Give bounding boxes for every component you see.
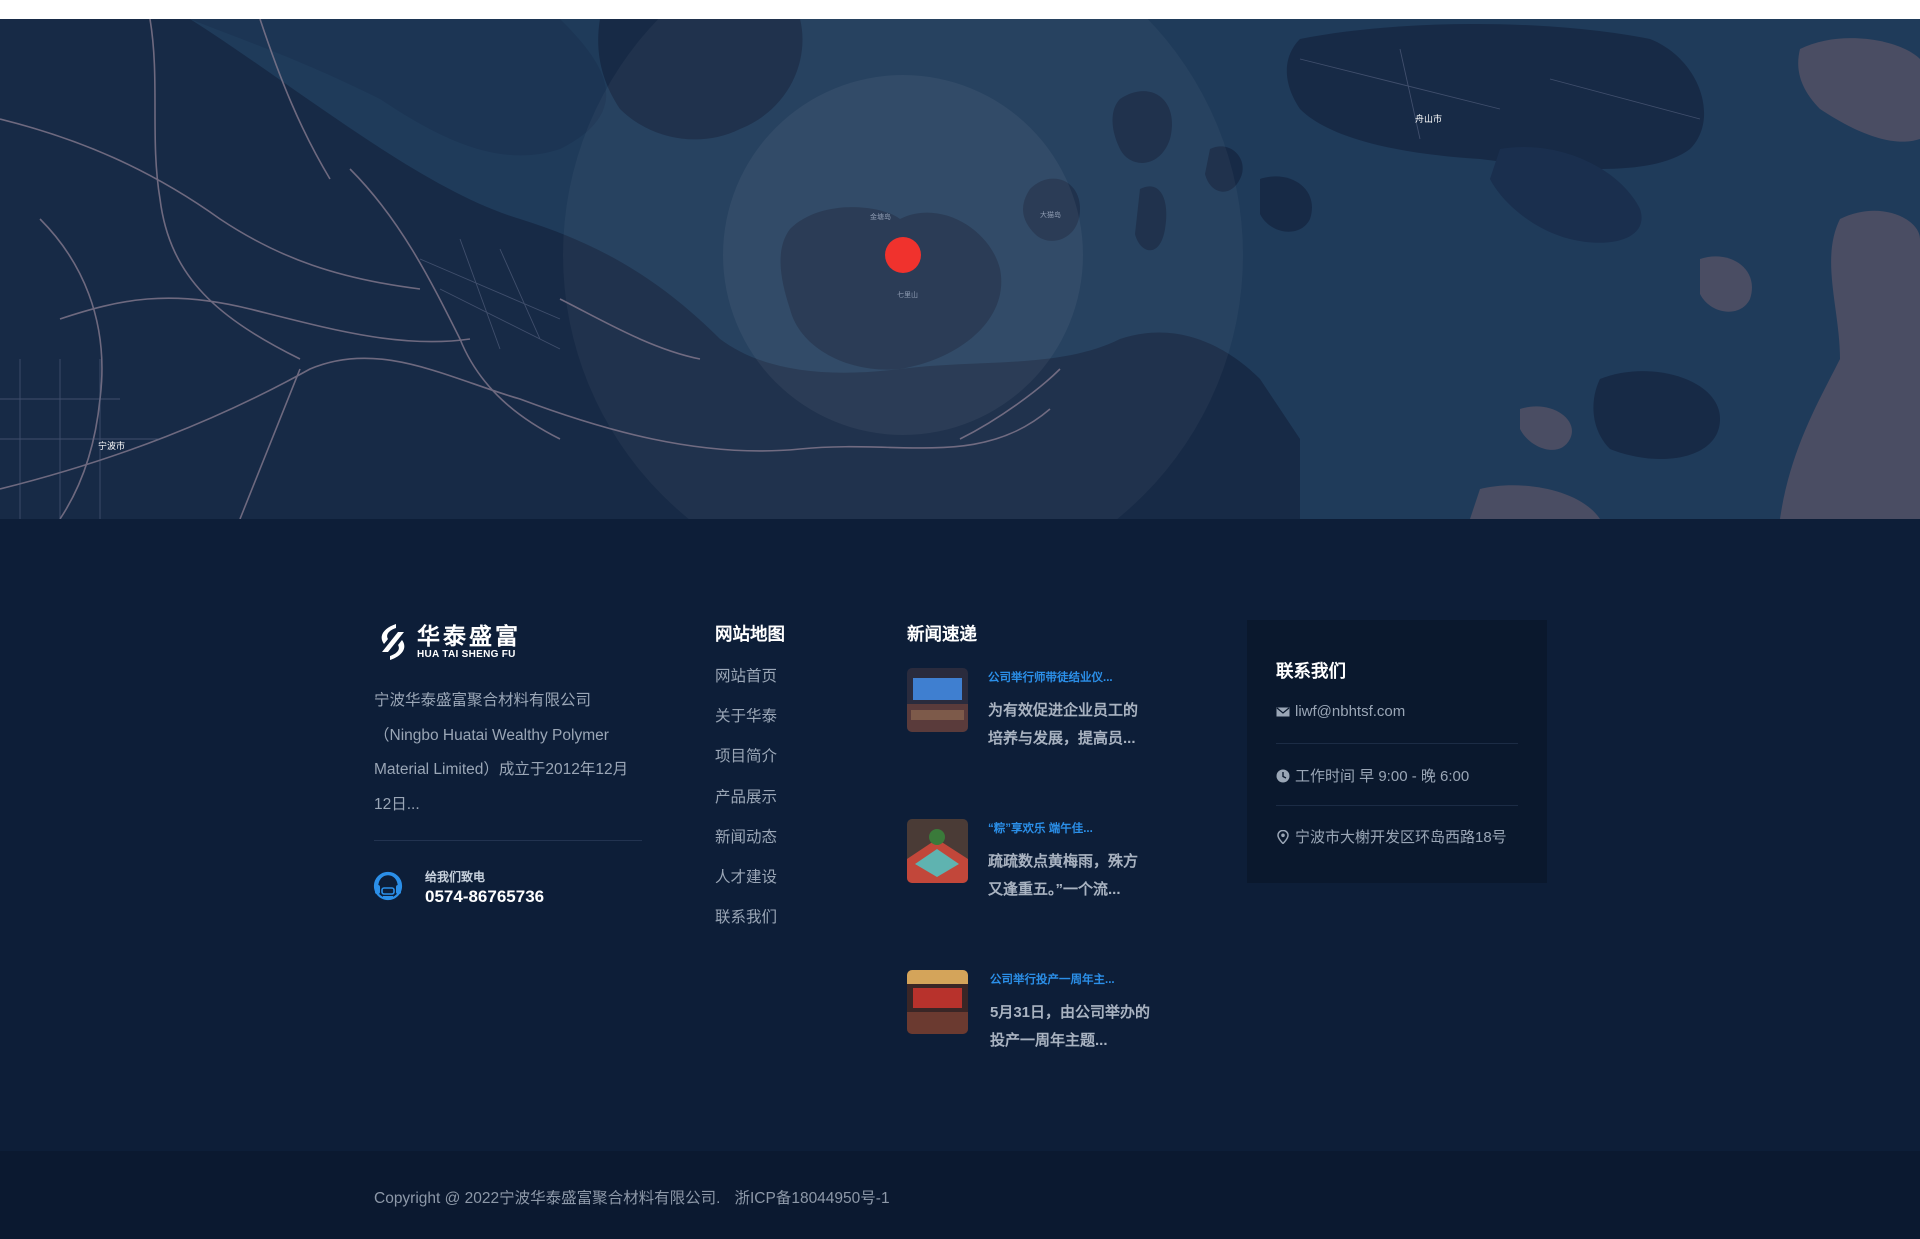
news-item-desc: 疏疏数点黄梅雨，殊方又逢重五。”一个流... bbox=[988, 853, 1139, 898]
map-label-damao: 大猫岛 bbox=[1040, 210, 1061, 219]
headset-icon bbox=[373, 871, 403, 901]
contact-address-row: 宁波市大榭开发区环岛西路18号 bbox=[1276, 826, 1518, 847]
news-thumbnail[interactable] bbox=[907, 970, 968, 1034]
contact-email-row[interactable]: liwf@nbhtsf.com bbox=[1276, 703, 1518, 720]
logo-text-en: HUA TAI SHENG FU bbox=[417, 649, 516, 660]
map-label-jintang: 金塘岛 bbox=[870, 212, 891, 221]
map-label-zhoushan: 舟山市 bbox=[1415, 113, 1442, 124]
news-item-desc: 为有效促进企业员工的培养与发展，提高员... bbox=[988, 702, 1139, 747]
sitemap-link-products[interactable]: 产品展示 bbox=[715, 787, 777, 827]
phone-label: 给我们致电 bbox=[425, 870, 486, 884]
contact-divider bbox=[1276, 743, 1518, 744]
sitemap-link-news[interactable]: 新闻动态 bbox=[715, 827, 777, 867]
news-thumbnail[interactable] bbox=[907, 668, 968, 732]
map-label-qilishan: 七里山 bbox=[897, 290, 918, 299]
location-map[interactable]: 宁波市 舟山市 七里山 大猫岛 金塘岛 bbox=[0, 19, 1920, 519]
copyright-notice: Copyright @ 2022宁波华泰盛富聚合材料有限公司. bbox=[374, 1190, 721, 1207]
news-item-title[interactable]: 公司举行师带徒结业仪... bbox=[988, 669, 1113, 685]
top-white-bar bbox=[0, 0, 1920, 19]
news-item-desc: 5月31日，由公司举办的投产一周年主题... bbox=[990, 1004, 1151, 1049]
sitemap-list: 网站首页 关于华泰 项目简介 产品展示 新闻动态 人才建设 联系我们 bbox=[715, 666, 777, 947]
sitemap-link-talent[interactable]: 人才建设 bbox=[715, 867, 777, 907]
envelope-icon bbox=[1276, 707, 1290, 716]
contact-box: 联系我们 liwf@nbhtsf.com 工作时间 早 9:00 - 晚 6:0… bbox=[1247, 620, 1547, 883]
news-thumbnail[interactable] bbox=[907, 819, 968, 883]
phone-number[interactable]: 0574-86765736 bbox=[425, 887, 544, 907]
map-canvas[interactable]: 宁波市 舟山市 七里山 大猫岛 金塘岛 bbox=[0, 19, 1920, 519]
contact-divider bbox=[1276, 805, 1518, 806]
copyright-text: Copyright @ 2022宁波华泰盛富聚合材料有限公司. 浙ICP备1804… bbox=[374, 1186, 904, 1208]
logo-text-cn: 华泰盛富 bbox=[417, 623, 521, 649]
contact-hours: 工作时间 早 9:00 - 晚 6:00 bbox=[1295, 768, 1470, 785]
sitemap-title: 网站地图 bbox=[715, 624, 785, 644]
news-item-title[interactable]: “粽”享欢乐 端午佳... bbox=[988, 820, 1093, 836]
map-label-ningbo: 宁波市 bbox=[98, 440, 125, 451]
sitemap-link-home[interactable]: 网站首页 bbox=[715, 666, 777, 706]
company-intro: 宁波华泰盛富聚合材料有限公司（Ningbo Huatai Wealthy Pol… bbox=[374, 692, 629, 813]
logo-mark-icon bbox=[381, 624, 405, 660]
contact-hours-row: 工作时间 早 9:00 - 晚 6:00 bbox=[1276, 765, 1518, 786]
divider bbox=[374, 840, 642, 841]
sitemap-link-projects[interactable]: 项目简介 bbox=[715, 746, 777, 786]
clock-icon bbox=[1276, 769, 1290, 782]
contact-email[interactable]: liwf@nbhtsf.com bbox=[1295, 703, 1405, 720]
icp-link[interactable]: 浙ICP备18044950号-1 bbox=[734, 1190, 889, 1207]
location-marker[interactable] bbox=[885, 237, 921, 273]
news-item-title[interactable]: 公司举行投产一周年主... bbox=[990, 971, 1115, 987]
location-pin-icon bbox=[1277, 829, 1289, 844]
company-logo[interactable]: 华泰盛富 HUA TAI SHENG FU bbox=[374, 622, 521, 662]
copyright-bar bbox=[0, 1151, 1920, 1239]
news-title: 新闻速递 bbox=[907, 624, 977, 644]
sitemap-link-contact[interactable]: 联系我们 bbox=[715, 907, 777, 947]
contact-title: 联系我们 bbox=[1276, 661, 1346, 681]
contact-address: 宁波市大榭开发区环岛西路18号 bbox=[1295, 829, 1507, 846]
sitemap-link-about[interactable]: 关于华泰 bbox=[715, 706, 777, 746]
